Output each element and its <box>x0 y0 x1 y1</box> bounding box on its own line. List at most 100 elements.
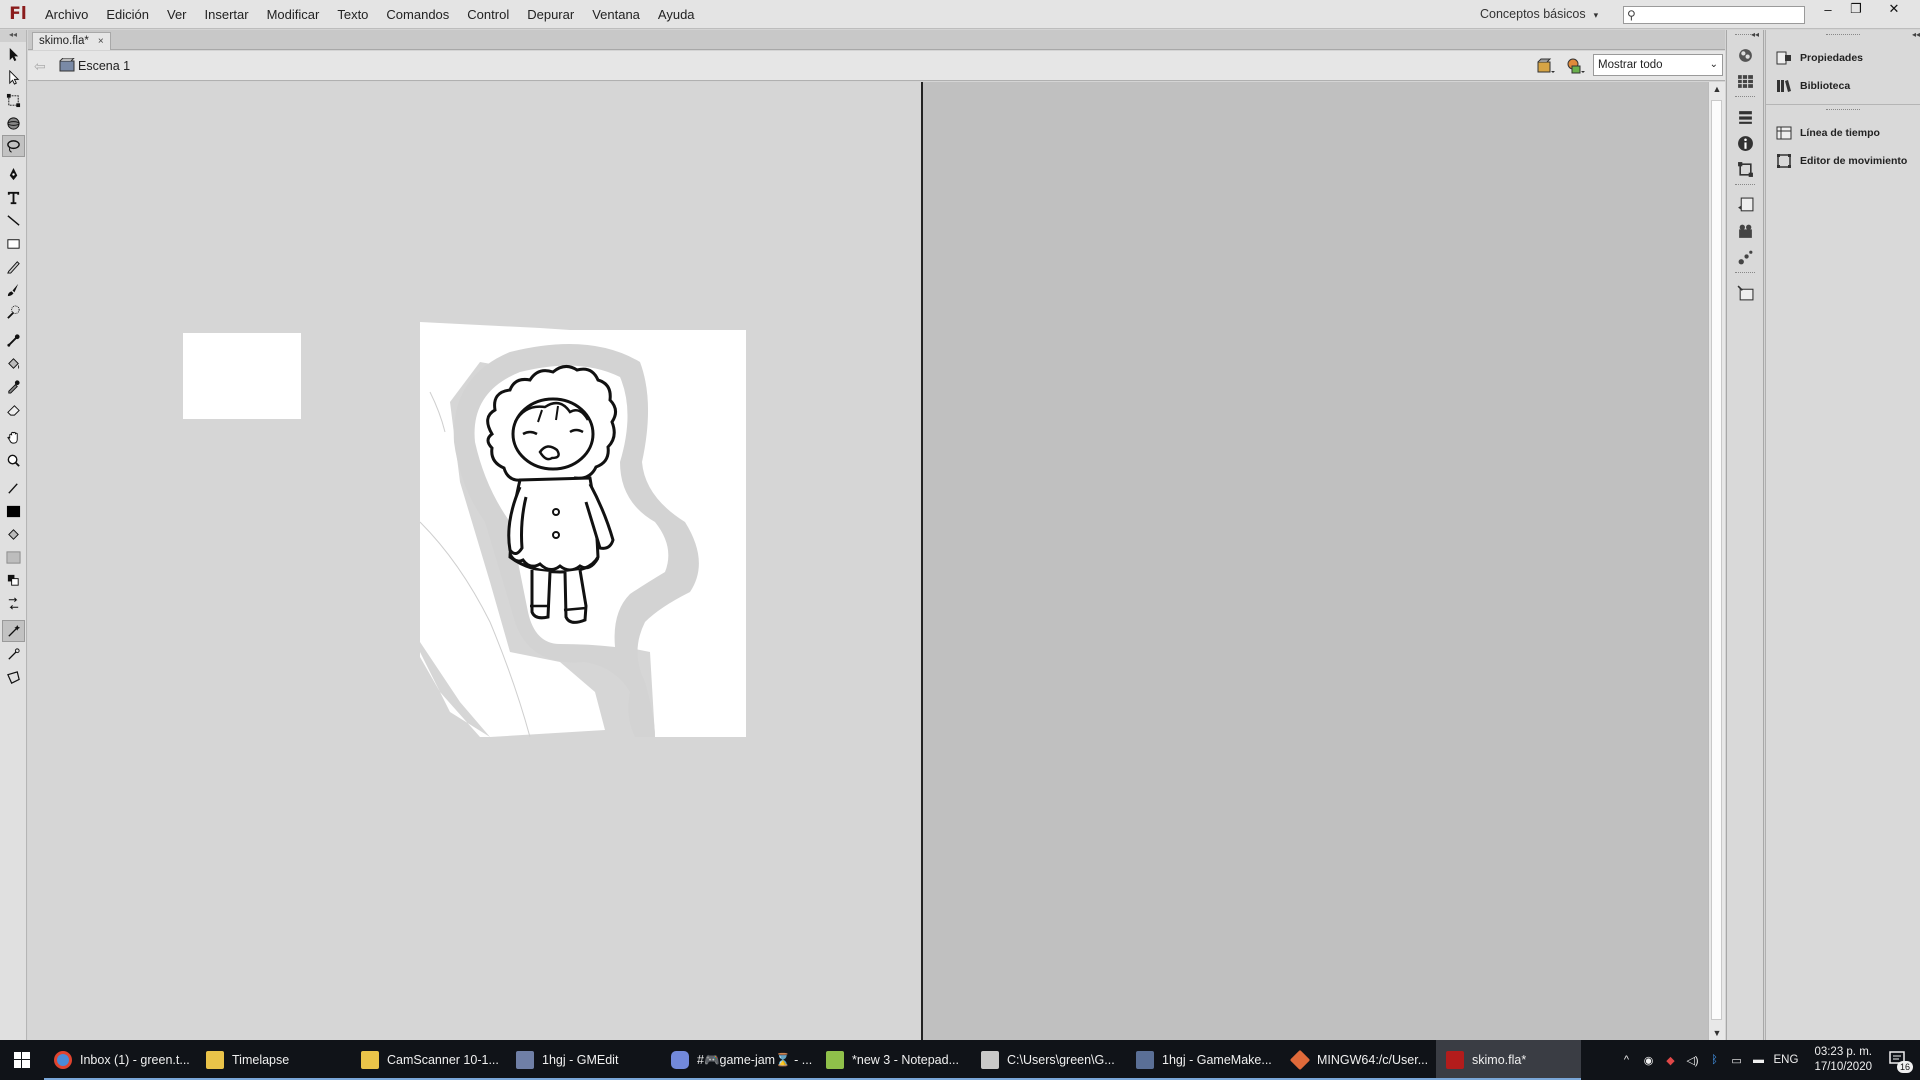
stage-scrollbar[interactable]: ▲ ▼ <box>1708 82 1725 1040</box>
panel-linea-de-tiempo[interactable]: Línea de tiempo <box>1766 119 1920 147</box>
menu-ver[interactable]: Ver <box>158 0 196 29</box>
eraser-tool[interactable] <box>2 398 25 420</box>
collapse-panels-icon[interactable]: ◂◂ <box>1751 30 1759 39</box>
network-icon[interactable]: ▭ <box>1730 1053 1744 1067</box>
magic-wand-settings-icon[interactable] <box>2 643 25 665</box>
taskbar-item-gmedit[interactable]: 1hgj - GMEdit <box>506 1040 661 1080</box>
transform-panel-icon[interactable] <box>1734 158 1756 180</box>
zoom-select[interactable]: Mostrar todo ⌄ <box>1593 54 1723 76</box>
taskbar-item-chrome[interactable]: Inbox (1) - green.t... <box>44 1040 196 1080</box>
subselection-tool[interactable] <box>2 66 25 88</box>
panel-propiedades[interactable]: Propiedades <box>1766 44 1920 72</box>
taskbar-item-discord[interactable]: #🎮game-jam⌛ - ... <box>661 1040 816 1080</box>
text-tool[interactable] <box>2 186 25 208</box>
menu-edicion[interactable]: Edición <box>97 0 158 29</box>
code-snippets-icon[interactable] <box>1734 194 1756 216</box>
stroke-color-icon[interactable] <box>2 477 25 499</box>
collapse-panel-group-icon[interactable]: ◂◂ <box>1912 30 1920 39</box>
chevron-up-icon[interactable]: ^ <box>1620 1053 1634 1067</box>
stage-pasteboard[interactable] <box>28 82 1708 1040</box>
start-button[interactable] <box>0 1040 44 1080</box>
clock[interactable]: 03:23 p. m. 17/10/2020 <box>1814 1045 1872 1075</box>
minimize-button[interactable]: – <box>1814 0 1842 18</box>
fill-color-icon[interactable] <box>2 523 25 545</box>
stroke-swatch[interactable] <box>2 500 25 522</box>
document-tab[interactable]: skimo.fla* × <box>32 32 111 50</box>
panel-grip[interactable] <box>1826 109 1860 115</box>
paint-bucket-tool[interactable] <box>2 352 25 374</box>
white-rectangle-shape[interactable] <box>183 333 301 419</box>
scroll-up-icon[interactable]: ▲ <box>1709 84 1725 94</box>
discord-tray-icon[interactable]: ◉ <box>1642 1053 1656 1067</box>
magic-wand-option-icon[interactable] <box>2 620 25 642</box>
align-panel-icon[interactable] <box>1734 106 1756 128</box>
scroll-down-icon[interactable]: ▼ <box>1709 1028 1725 1038</box>
menu-comandos[interactable]: Comandos <box>377 0 458 29</box>
eyedropper-tool[interactable] <box>2 375 25 397</box>
panel-biblioteca[interactable]: Biblioteca <box>1766 72 1920 100</box>
output-panel-icon[interactable] <box>1734 282 1756 304</box>
deco-tool[interactable] <box>2 301 25 323</box>
menu-insertar[interactable]: Insertar <box>196 0 258 29</box>
panel-editor-de-movimiento[interactable]: Editor de movimiento <box>1766 147 1920 175</box>
menu-depurar[interactable]: Depurar <box>518 0 583 29</box>
polygon-mode-icon[interactable] <box>2 666 25 688</box>
clock-time: 03:23 p. m. <box>1814 1046 1872 1058</box>
back-arrow-icon[interactable]: ⇦ <box>34 58 46 75</box>
components-panel-icon[interactable] <box>1734 220 1756 242</box>
color-panel-icon[interactable] <box>1734 44 1756 66</box>
info-panel-icon[interactable] <box>1734 132 1756 154</box>
default-colors-icon[interactable] <box>2 569 25 591</box>
battery-icon[interactable]: ▬ <box>1752 1053 1766 1067</box>
selection-tool[interactable] <box>2 43 25 65</box>
taskbar-item-mingw[interactable]: MINGW64:/c/User... <box>1281 1040 1436 1080</box>
menu-ventana[interactable]: Ventana <box>583 0 649 29</box>
rectangle-tool[interactable] <box>2 232 25 254</box>
bluetooth-icon[interactable]: ᛒ <box>1708 1053 1722 1067</box>
menu-texto[interactable]: Texto <box>328 0 377 29</box>
zoom-tool[interactable] <box>2 449 25 471</box>
taskbar-item-camscanner[interactable]: CamScanner 10-1... <box>351 1040 506 1080</box>
edit-scene-icon[interactable] <box>1536 57 1556 75</box>
free-transform-tool[interactable] <box>2 89 25 111</box>
taskbar-item-gamemaker[interactable]: 1hgj - GameMake... <box>1126 1040 1281 1080</box>
panel-grip[interactable] <box>1735 272 1755 278</box>
menu-ayuda[interactable]: Ayuda <box>649 0 704 29</box>
collapse-tools-icon[interactable]: ◂◂ <box>0 30 26 42</box>
menu-modificar[interactable]: Modificar <box>258 0 329 29</box>
taskbar-item-flash[interactable]: skimo.fla* <box>1436 1040 1581 1080</box>
taskbar-item-terminal[interactable]: C:\Users\green\G... <box>971 1040 1126 1080</box>
hand-tool[interactable] <box>2 426 25 448</box>
taskbar-item-notepad[interactable]: *new 3 - Notepad... <box>816 1040 971 1080</box>
lasso-tool[interactable] <box>2 135 25 157</box>
gamepad-icon[interactable]: ◆ <box>1664 1053 1678 1067</box>
motion-presets-icon[interactable] <box>1734 246 1756 268</box>
eskimo-drawing[interactable] <box>420 322 746 737</box>
language-indicator[interactable]: ENG <box>1774 1054 1799 1066</box>
brush-tool[interactable] <box>2 278 25 300</box>
workspace-switcher[interactable]: Conceptos básicos ▾ <box>1480 0 1598 29</box>
close-button[interactable]: ✕ <box>1880 0 1908 18</box>
fill-swatch[interactable] <box>2 546 25 568</box>
notification-center-button[interactable]: 16 <box>1888 1049 1913 1073</box>
panel-grip[interactable] <box>1735 184 1755 190</box>
search-input[interactable]: ⚲ <box>1623 6 1805 24</box>
swatches-panel-icon[interactable] <box>1734 70 1756 92</box>
taskbar-item-timelapse[interactable]: Timelapse <box>196 1040 351 1080</box>
panel-grip[interactable] <box>1735 96 1755 102</box>
swap-colors-icon[interactable] <box>2 592 25 614</box>
scrollbar-thumb[interactable] <box>1711 100 1722 1020</box>
menu-archivo[interactable]: Archivo <box>36 0 97 29</box>
menu-control[interactable]: Control <box>458 0 518 29</box>
volume-icon[interactable]: ◁) <box>1686 1053 1700 1067</box>
pen-tool[interactable] <box>2 163 25 185</box>
panel-grip[interactable] <box>1826 34 1860 40</box>
line-tool[interactable] <box>2 209 25 231</box>
close-tab-icon[interactable]: × <box>98 33 104 50</box>
3d-rotation-tool[interactable] <box>2 112 25 134</box>
restore-button[interactable]: ❐ <box>1842 0 1870 18</box>
pencil-tool[interactable] <box>2 255 25 277</box>
bone-tool[interactable] <box>2 329 25 351</box>
offstage-area[interactable] <box>923 82 1708 1040</box>
edit-symbols-icon[interactable] <box>1566 57 1586 75</box>
